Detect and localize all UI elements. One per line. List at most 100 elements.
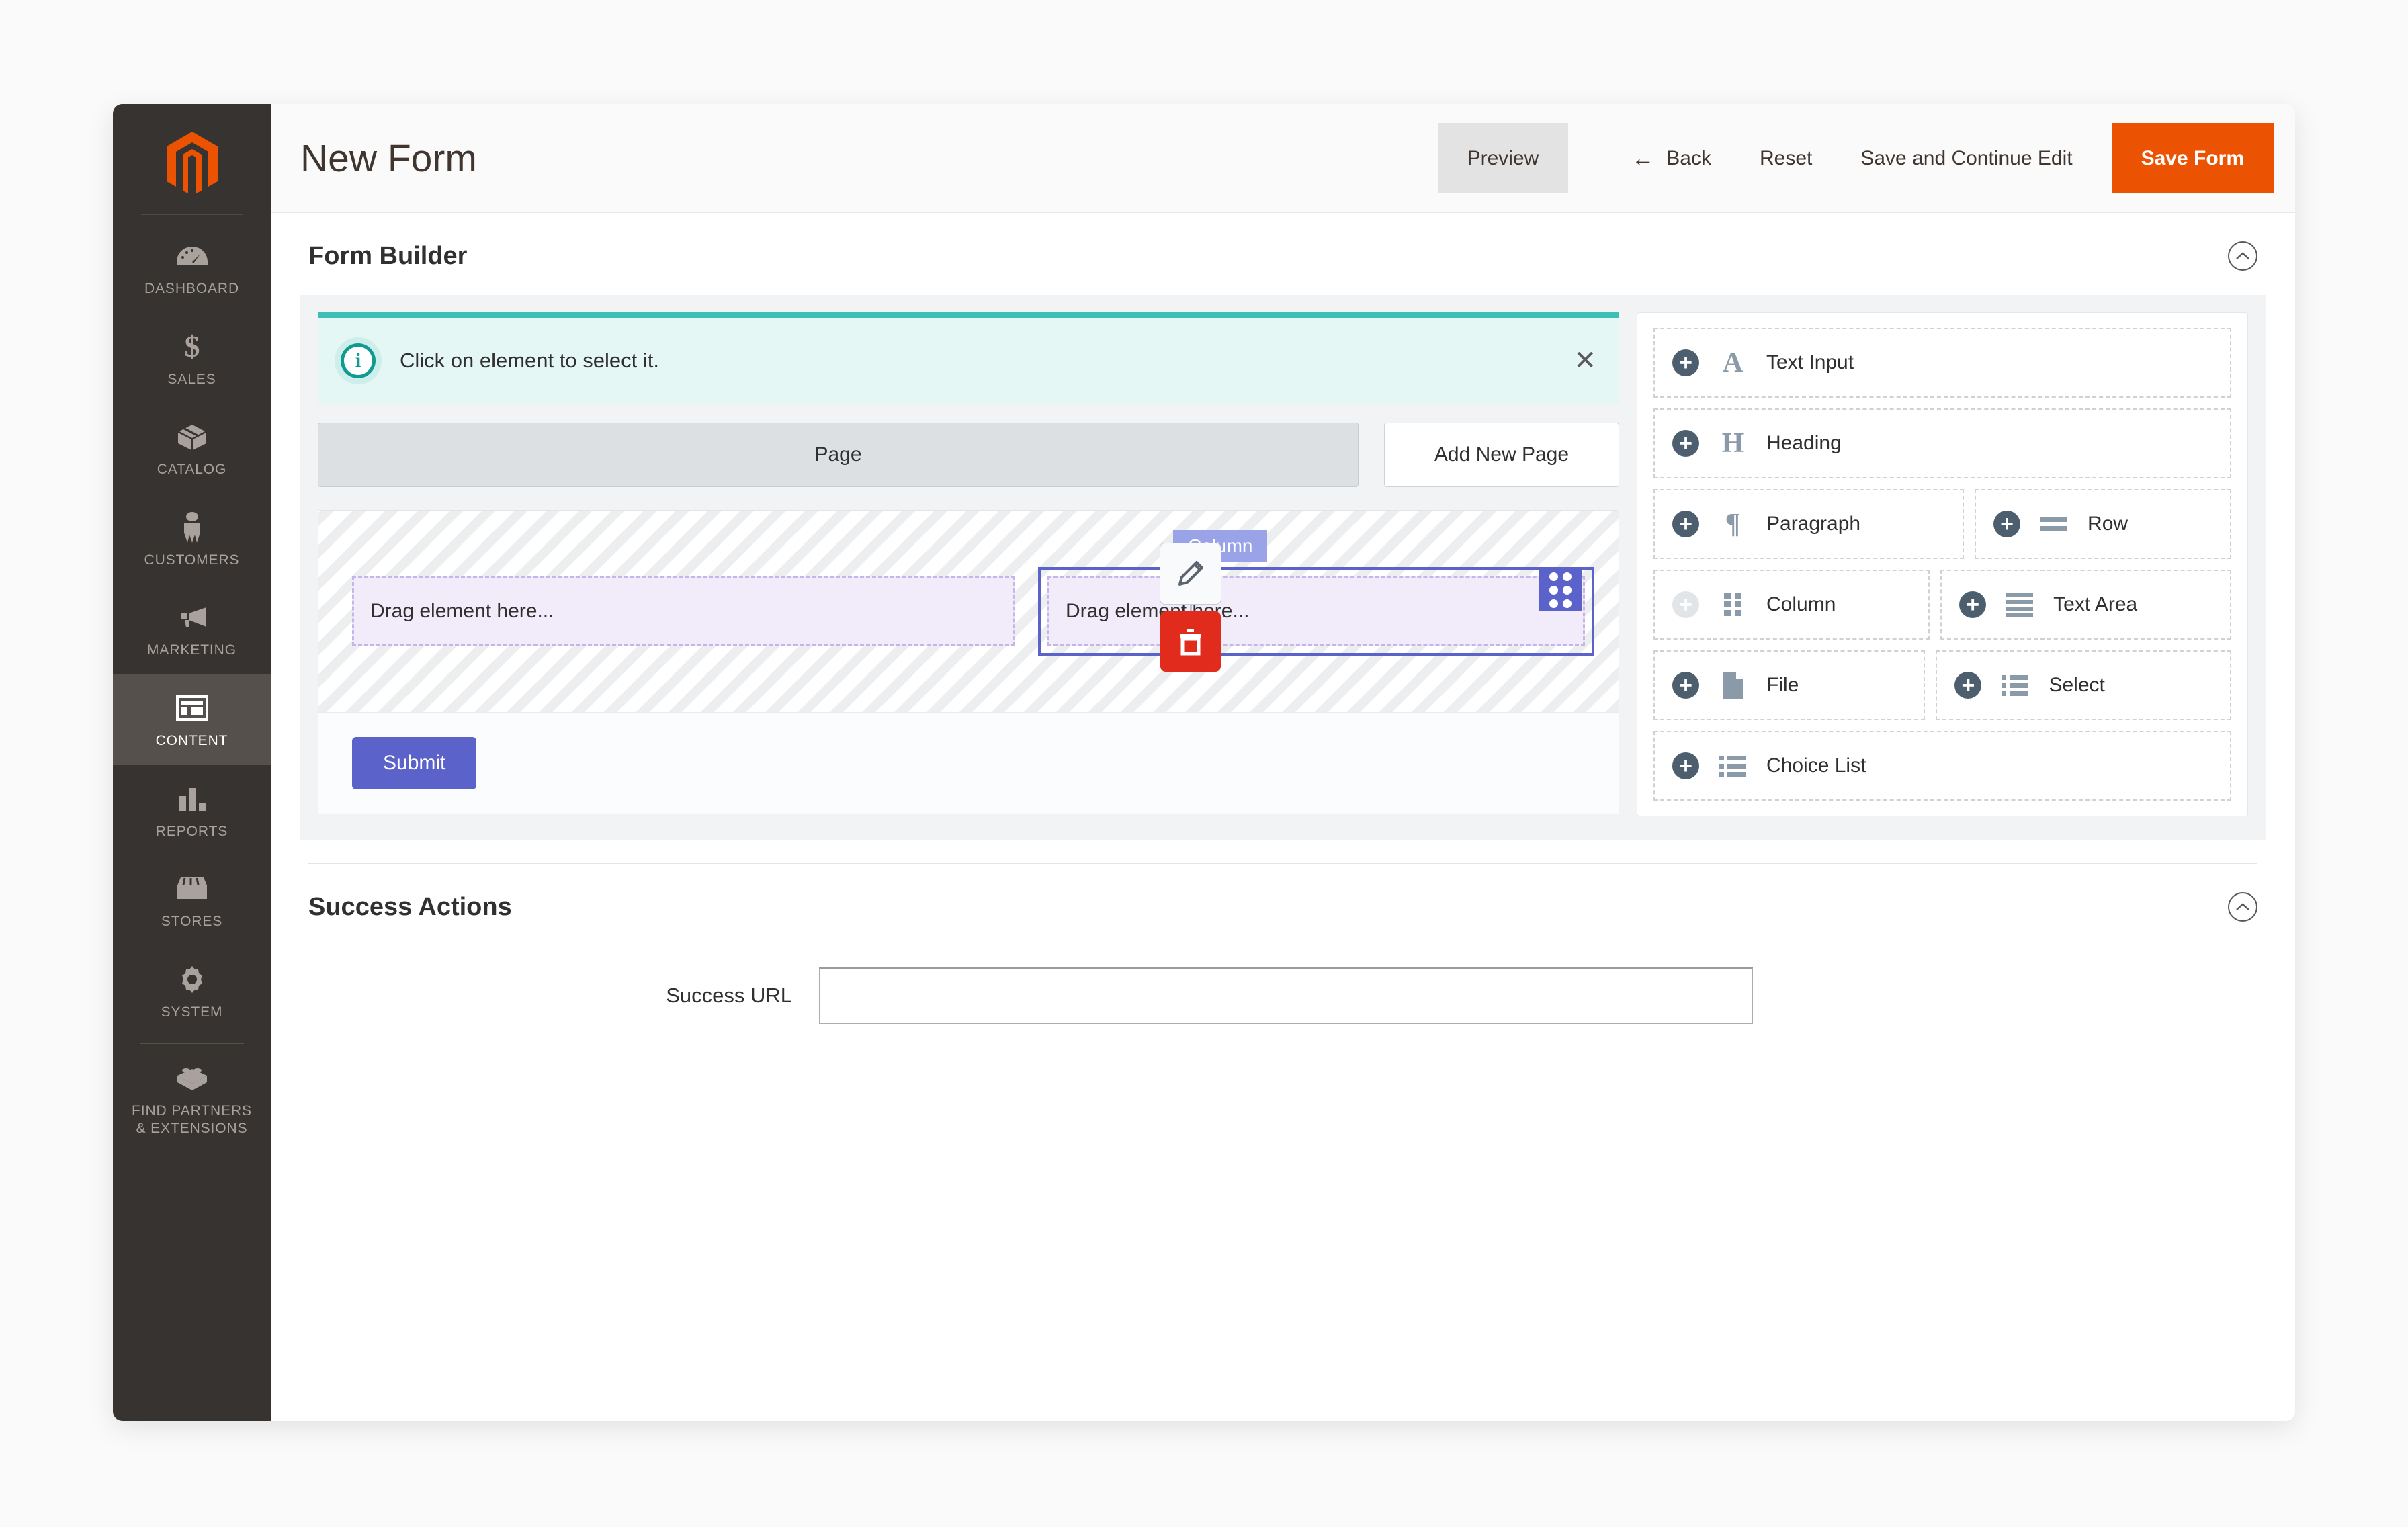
palette-item-label: Text Area — [2053, 593, 2138, 615]
submit-button[interactable]: Submit — [352, 737, 477, 789]
sidebar-item-content[interactable]: CONTENT — [113, 674, 271, 765]
sidebar-item-system[interactable]: SYSTEM — [113, 945, 271, 1036]
sidebar-item-label: CUSTOMERS — [144, 552, 240, 568]
letter-a-icon: A — [1722, 347, 1744, 378]
palette-item-row[interactable]: + Row — [1975, 489, 2231, 559]
info-notice: i Click on element to select it. ✕ — [318, 312, 1619, 404]
close-icon[interactable]: ✕ — [1574, 347, 1596, 374]
plus-icon[interactable]: + — [1993, 511, 2021, 537]
choice-list-icon — [1717, 750, 1749, 782]
magento-admin-window: DASHBOARD $ SALES CATALOG CUSTOMERS MARK… — [113, 104, 2295, 1421]
sidebar-item-label: DASHBOARD — [144, 281, 240, 296]
plus-icon[interactable]: + — [1672, 672, 1699, 699]
sidebar-item-reports[interactable]: REPORTS — [113, 765, 271, 855]
plus-icon[interactable]: + — [1672, 349, 1699, 376]
main-area: New Form Preview ← Back Reset Save and C… — [271, 104, 2295, 1421]
sidebar-item-customers[interactable]: CUSTOMERS — [113, 493, 271, 584]
palette-item-select[interactable]: + Select — [1936, 650, 2232, 720]
plus-icon[interactable]: + — [1959, 591, 1987, 618]
success-url-field-row: Success URL — [300, 967, 2266, 1024]
element-palette: + A Text Input + H Heading + ¶ Paragraph… — [1637, 312, 2248, 816]
delete-element-button[interactable] — [1160, 611, 1221, 672]
palette-item-label: Paragraph — [1766, 513, 1861, 535]
save-form-button[interactable]: Save Form — [2111, 123, 2274, 193]
save-and-continue-edit-button[interactable]: Save and Continue Edit — [1836, 104, 2096, 212]
add-new-page-button[interactable]: Add New Page — [1384, 423, 1619, 487]
sidebar-item-label: SALES — [167, 371, 216, 387]
palette-row: + File + Select — [1653, 650, 2232, 720]
layout-icon — [117, 690, 267, 726]
sidebar-item-catalog[interactable]: CATALOG — [113, 402, 271, 493]
dollar-sign-icon: $ — [117, 329, 267, 365]
box-icon — [117, 419, 267, 455]
palette-item-choice-list[interactable]: + Choice List — [1653, 731, 2231, 801]
column-drop-zone-1[interactable]: Drag element here... — [352, 576, 1015, 646]
plus-icon[interactable]: + — [1954, 672, 1982, 699]
palette-item-label: Heading — [1766, 432, 1842, 454]
sidebar-item-label: CONTENT — [155, 733, 228, 749]
sidebar-item-label: REPORTS — [155, 823, 228, 839]
sidebar-item-label: SYSTEM — [161, 1004, 223, 1020]
success-actions-collapse-button[interactable] — [2228, 892, 2258, 922]
palette-item-label: Select — [2049, 674, 2105, 696]
sidebar-item-label: FIND PARTNERS & EXTENSIONS — [132, 1103, 252, 1137]
palette-item-paragraph[interactable]: + ¶ Paragraph — [1653, 489, 1965, 559]
success-actions-title: Success Actions — [308, 892, 512, 921]
palette-item-label: Text Input — [1766, 351, 1854, 374]
drop-placeholder: Drag element here... — [370, 600, 554, 622]
arrow-left-icon: ← — [1631, 145, 1655, 171]
column-dots-icon — [1717, 588, 1749, 621]
palette-item-label: Column — [1766, 593, 1836, 615]
palette-row: + Choice List — [1653, 731, 2231, 801]
letter-h-icon: H — [1721, 428, 1744, 459]
palette-item-text-area[interactable]: + Text Area — [1940, 570, 2232, 640]
submit-zone: Submit — [318, 712, 1619, 814]
sidebar-divider — [141, 214, 243, 215]
magento-logo[interactable] — [113, 114, 271, 214]
palette-item-heading[interactable]: + H Heading — [1653, 408, 2231, 478]
plus-icon[interactable]: + — [1672, 511, 1699, 537]
palette-row: + A Text Input — [1653, 328, 2231, 398]
palette-item-column: + Column — [1653, 570, 1930, 640]
sidebar-item-sales[interactable]: $ SALES — [113, 312, 271, 403]
file-icon — [1717, 669, 1749, 701]
page-header: New Form Preview ← Back Reset Save and C… — [271, 104, 2295, 213]
drag-dots-icon[interactable] — [1539, 569, 1582, 611]
success-actions-section-header[interactable]: Success Actions — [300, 864, 2266, 946]
info-circle-icon: i — [341, 343, 376, 378]
controls-connector — [1189, 605, 1192, 611]
megaphone-icon — [117, 599, 267, 636]
reset-button[interactable]: Reset — [1735, 104, 1836, 212]
pilcrow-icon: ¶ — [1725, 509, 1741, 539]
success-url-label: Success URL — [666, 984, 792, 1007]
form-builder-section-header[interactable]: Form Builder — [300, 213, 2266, 295]
palette-item-file[interactable]: + File — [1653, 650, 1926, 720]
edit-element-button[interactable] — [1160, 543, 1221, 605]
plus-icon: + — [1672, 591, 1699, 618]
plus-icon[interactable]: + — [1672, 752, 1699, 779]
page-tab[interactable]: Page — [318, 423, 1359, 487]
form-builder-collapse-button[interactable] — [2228, 241, 2258, 271]
bar-chart-icon — [117, 781, 267, 817]
sidebar-item-marketing[interactable]: MARKETING — [113, 583, 271, 674]
preview-button[interactable]: Preview — [1437, 123, 1569, 193]
success-url-input[interactable] — [819, 967, 1753, 1024]
drop-placeholder: Drag element here... — [1066, 600, 1250, 622]
palette-item-label: Row — [2088, 513, 2128, 535]
sidebar-item-dashboard[interactable]: DASHBOARD — [113, 222, 271, 312]
select-list-icon — [1999, 669, 2031, 701]
back-button[interactable]: ← Back — [1607, 104, 1735, 212]
svg-text:$: $ — [184, 331, 200, 362]
palette-item-text-input[interactable]: + A Text Input — [1653, 328, 2231, 398]
form-row[interactable]: Drag element here... Drag element here..… — [318, 511, 1619, 712]
sidebar-item-find-partners[interactable]: FIND PARTNERS & EXTENSIONS — [113, 1044, 271, 1151]
sidebar-item-stores[interactable]: STORES — [113, 855, 271, 945]
plus-icon[interactable]: + — [1672, 430, 1699, 457]
column-drop-zone-2-selected[interactable]: Drag element here... Column — [1038, 530, 1594, 656]
palette-row: + H Heading — [1653, 408, 2231, 478]
element-controls — [1160, 543, 1221, 672]
header-actions: Preview ← Back Reset Save and Continue E… — [1437, 104, 2295, 212]
form-builder-title: Form Builder — [308, 241, 468, 270]
sidebar-item-label: CATALOG — [157, 462, 227, 478]
sidebar-item-label: MARKETING — [147, 642, 236, 658]
